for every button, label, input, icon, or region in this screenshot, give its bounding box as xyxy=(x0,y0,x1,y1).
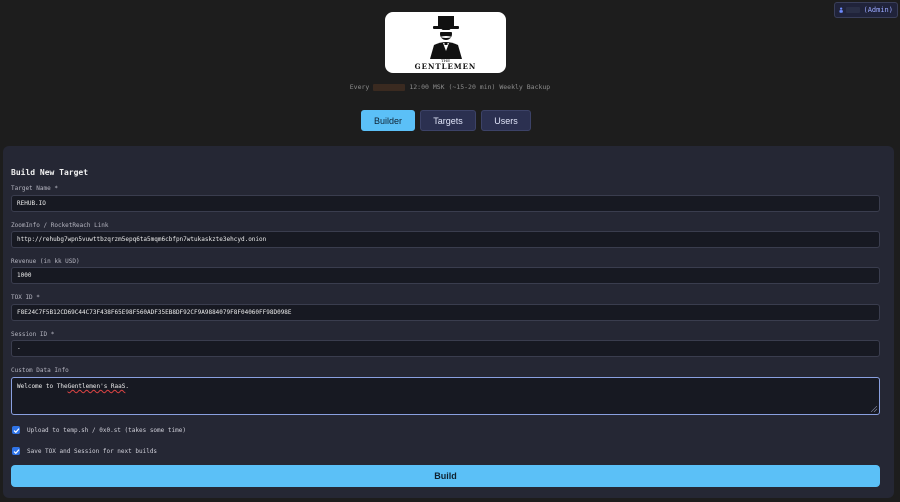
upload-label: Upload to temp.sh / 0x0.st (takes some t… xyxy=(27,426,186,434)
tab-builder[interactable]: Builder xyxy=(361,110,415,131)
session-id-label: Session ID * xyxy=(11,331,55,338)
logo: THE GENTLEMEN xyxy=(385,12,506,73)
zoominfo-input[interactable]: http://rehubg7wpn5vuwttbzqrzm5epq6ta5mqm… xyxy=(11,231,880,248)
upload-option[interactable]: Upload to temp.sh / 0x0.st (takes some t… xyxy=(12,426,186,434)
backup-day-redacted xyxy=(373,83,406,91)
custom-data-label: Custom Data Info xyxy=(11,367,69,374)
tox-id-label: TOX ID * xyxy=(11,294,40,301)
save-checkbox[interactable] xyxy=(12,447,20,455)
build-button[interactable]: Build xyxy=(11,465,880,487)
user-role: (Admin) xyxy=(863,6,893,14)
user-badge[interactable]: (Admin) xyxy=(834,2,898,18)
custom-data-suffix: . xyxy=(125,383,129,390)
checkmark-icon xyxy=(13,448,19,454)
save-option[interactable]: Save TOX and Session for next builds xyxy=(12,447,157,455)
build-form-card: Build New Target Target Name * REHUB.IO … xyxy=(3,146,894,498)
username-redacted xyxy=(846,7,861,13)
custom-data-prefix: Welcome to The xyxy=(17,383,68,390)
custom-data-textarea[interactable]: Welcome to The Gentlemen's RaaS. xyxy=(11,377,880,415)
tab-targets[interactable]: Targets xyxy=(420,110,476,131)
checkmark-icon xyxy=(13,427,19,433)
backup-schedule: Every 12:00 MSK (~15-20 min) Weekly Back… xyxy=(0,83,900,91)
target-name-input[interactable]: REHUB.IO xyxy=(11,195,880,212)
session-id-input[interactable]: - xyxy=(11,340,880,357)
logo-text-gentlemen: GENTLEMEN xyxy=(414,61,477,71)
custom-data-highlight: Gentlemen's RaaS xyxy=(67,383,126,390)
save-label: Save TOX and Session for next builds xyxy=(27,447,158,455)
main-nav: Builder Targets Users xyxy=(361,110,531,131)
user-icon xyxy=(839,7,843,13)
upload-checkbox[interactable] xyxy=(12,426,20,434)
zoominfo-label: ZoomInfo / RocketReach Link xyxy=(11,222,109,229)
revenue-input[interactable]: 1000 xyxy=(11,267,880,284)
backup-prefix: Every xyxy=(349,83,370,91)
tox-id-input[interactable]: F8E24C7F5B12CD69C44C73F438F65E98F560ADF3… xyxy=(11,304,880,321)
backup-suffix: 12:00 MSK (~15-20 min) Weekly Backup xyxy=(409,83,551,91)
target-name-label: Target Name * xyxy=(11,185,58,192)
form-title: Build New Target xyxy=(11,168,89,177)
resize-grip-icon[interactable] xyxy=(871,406,877,412)
revenue-label: Revenue (in kk USD) xyxy=(11,258,80,265)
tab-users[interactable]: Users xyxy=(481,110,531,131)
gentleman-logo-icon xyxy=(429,15,462,59)
